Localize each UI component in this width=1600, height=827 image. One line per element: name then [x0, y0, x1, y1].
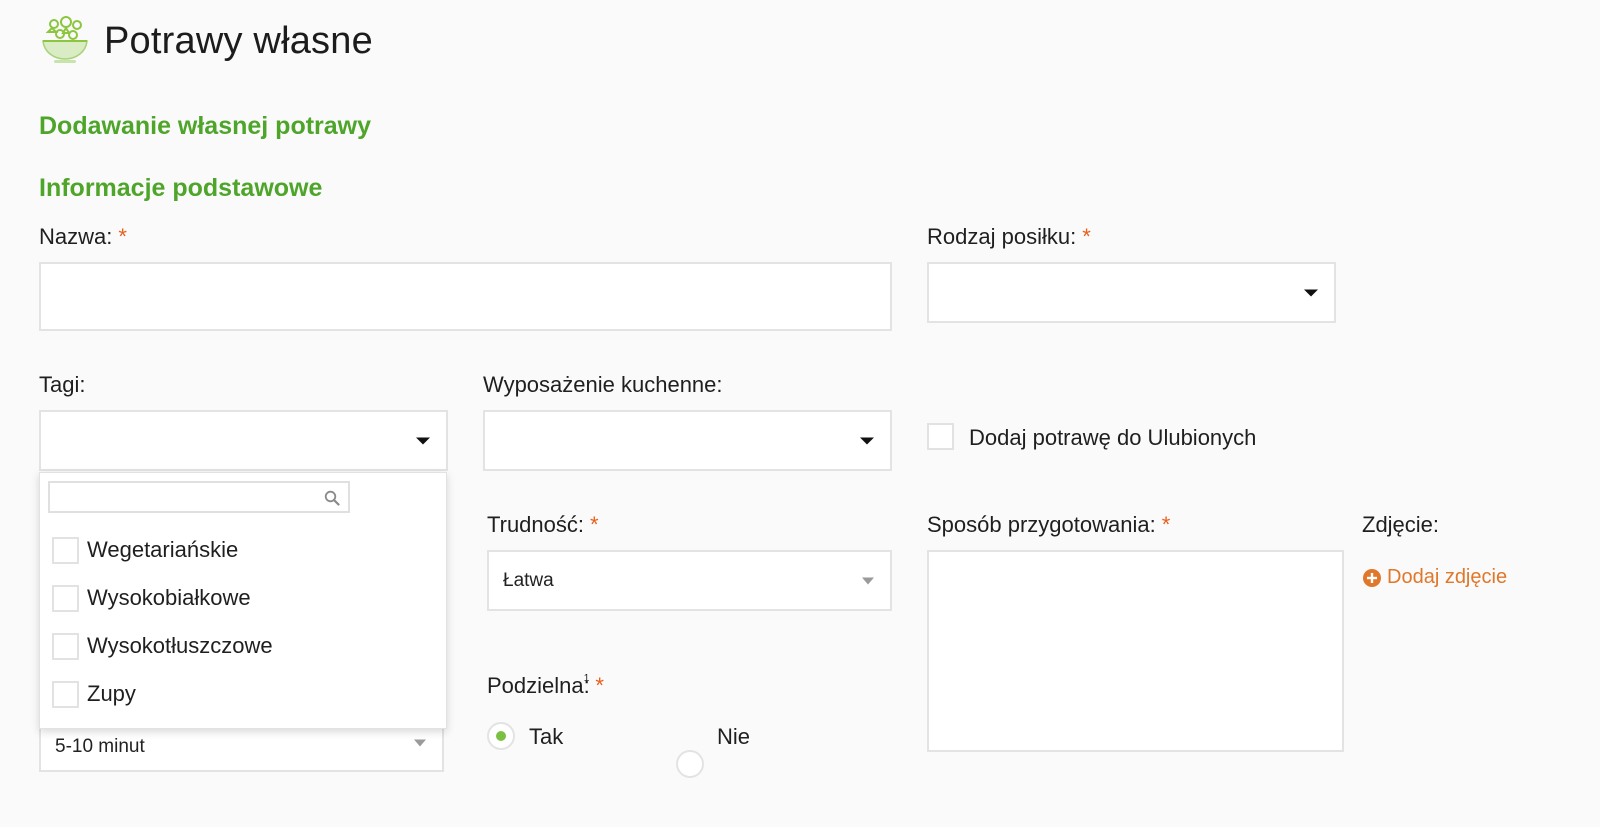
tag-option-label: Zupy: [87, 681, 136, 706]
chevron-down-icon: [416, 437, 430, 444]
tags-select[interactable]: [39, 410, 448, 471]
tags-dropdown-panel: Wegetariańskie Wysokobiałkowe Wysokotłus…: [39, 472, 447, 729]
time-value: 5-10 minut: [55, 736, 145, 757]
difficulty-label: Trudność: *: [487, 512, 599, 538]
photo-label: Zdjęcie:: [1362, 512, 1440, 537]
required-mark: *: [1082, 224, 1091, 249]
difficulty-value: Łatwa: [503, 569, 554, 591]
required-mark: *: [118, 224, 127, 249]
page-title: Potrawy własne: [104, 20, 373, 62]
tag-checkbox[interactable]: [52, 632, 79, 660]
meal-type-label: Rodzaj posiłku: *: [927, 224, 1091, 250]
required-mark: *: [590, 512, 599, 537]
tag-checkbox[interactable]: [52, 680, 79, 708]
meal-type-select[interactable]: [927, 262, 1336, 323]
tag-option[interactable]: Wegetariańskie: [52, 535, 238, 565]
meal-type-label-text: Rodzaj posiłku:: [927, 224, 1077, 249]
divisible-yes-label: Tak: [529, 724, 564, 749]
favorite-label: Dodaj potrawę do Ulubionych: [969, 425, 1257, 450]
tag-checkbox[interactable]: [52, 536, 79, 564]
add-photo-button[interactable]: Dodaj zdjęcie: [1362, 566, 1507, 589]
chevron-down-icon: [1304, 289, 1318, 296]
difficulty-label-text: Trudność:: [487, 512, 585, 537]
salad-bowl-icon: [40, 14, 90, 64]
search-icon: [324, 490, 340, 506]
required-mark: *: [1161, 512, 1171, 537]
equipment-select[interactable]: [483, 410, 892, 471]
plus-circle-icon: [1362, 568, 1382, 588]
tags-label: Tagi:: [39, 372, 86, 397]
required-mark: *: [595, 673, 604, 698]
tag-option[interactable]: Wysokobiałkowe: [52, 583, 251, 613]
form-title: Dodawanie własnej potrawy: [39, 112, 372, 140]
tags-search-input[interactable]: [50, 483, 348, 511]
name-input[interactable]: [39, 262, 892, 331]
difficulty-select[interactable]: Łatwa: [487, 550, 892, 611]
add-photo-label: Dodaj zdjęcie: [1387, 566, 1508, 588]
divisible-label: Podzielna:1 *: [487, 673, 604, 699]
preparation-label: Sposób przygotowania: *: [927, 512, 1170, 538]
tag-option-label: Wysokobiałkowe: [87, 585, 251, 610]
chevron-down-icon: [862, 577, 874, 584]
section-basic-info-title: Informacje podstawowe: [39, 174, 323, 202]
tag-option-label: Wysokotłuszczowe: [87, 633, 273, 658]
chevron-down-icon: [860, 437, 874, 444]
name-label: Nazwa: *: [39, 224, 127, 250]
tag-checkbox[interactable]: [52, 584, 79, 612]
tag-option[interactable]: Zupy: [52, 679, 136, 709]
favorite-checkbox[interactable]: [927, 423, 954, 450]
equipment-label: Wyposażenie kuchenne:: [483, 372, 723, 397]
chevron-down-icon: [414, 739, 426, 747]
divisible-no-radio[interactable]: [676, 750, 704, 778]
divisible-label-text: Podzielna:: [487, 673, 590, 698]
preparation-textarea[interactable]: [927, 550, 1344, 752]
divisible-yes-radio[interactable]: [487, 722, 515, 750]
footnote-marker: 1: [583, 672, 590, 684]
tag-option-label: Wegetariańskie: [87, 537, 239, 562]
preparation-label-text: Sposób przygotowania:: [927, 512, 1156, 537]
divisible-no-label: Nie: [717, 724, 751, 749]
name-label-text: Nazwa:: [39, 224, 113, 249]
tag-option[interactable]: Wysokotłuszczowe: [52, 631, 273, 661]
tags-search-box: [48, 481, 350, 513]
